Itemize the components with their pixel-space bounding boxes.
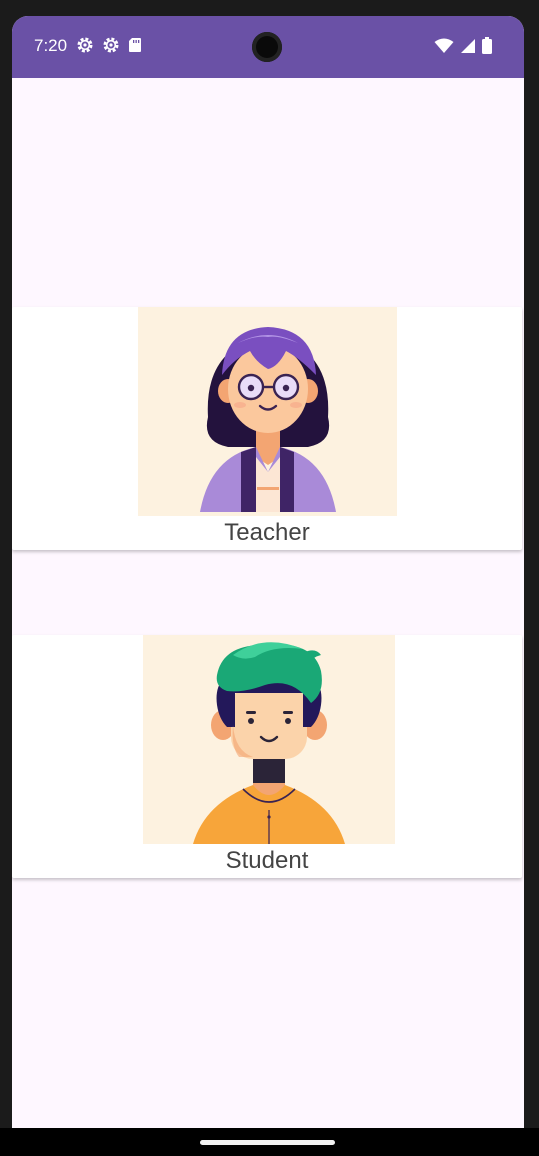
settings-gear-icon xyxy=(76,36,94,54)
student-avatar-image xyxy=(143,635,395,844)
app-screen: 7:20 Teacher Student xyxy=(12,16,524,1128)
student-label: Student xyxy=(225,847,309,874)
teacher-avatar-image xyxy=(138,307,397,516)
home-gesture-handle[interactable] xyxy=(200,1140,335,1145)
battery-icon xyxy=(482,37,492,54)
status-bar: 7:20 xyxy=(12,16,524,78)
front-camera xyxy=(252,32,282,62)
student-card[interactable]: Student xyxy=(12,635,522,878)
teacher-label: Teacher xyxy=(224,519,310,546)
cell-signal-icon xyxy=(460,38,476,54)
teacher-card[interactable]: Teacher xyxy=(12,307,522,550)
wifi-icon xyxy=(434,38,454,54)
status-icons-right xyxy=(434,37,492,54)
status-icons-left xyxy=(76,36,142,54)
status-time: 7:20 xyxy=(34,36,68,55)
sd-card-icon xyxy=(128,37,142,53)
settings-gear-icon xyxy=(102,36,120,54)
navigation-bar xyxy=(0,1128,539,1156)
